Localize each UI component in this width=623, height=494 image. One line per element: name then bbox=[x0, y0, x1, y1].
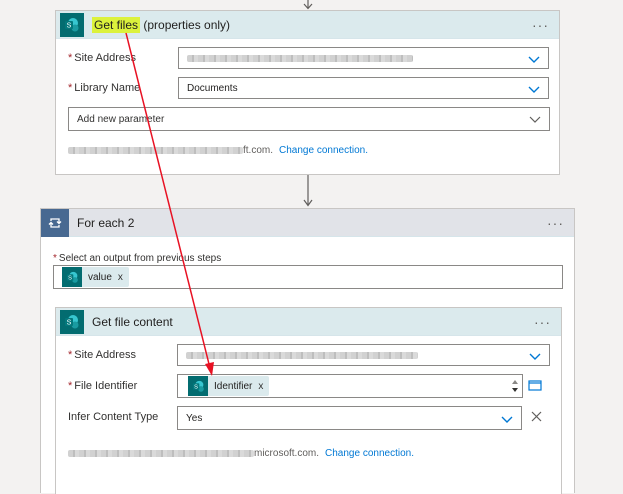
site-address-dropdown[interactable] bbox=[178, 47, 549, 69]
site-address-value-redacted bbox=[187, 54, 413, 62]
connection-info: ft.com. Change connection. bbox=[68, 145, 368, 156]
sharepoint-icon: S bbox=[188, 376, 208, 396]
value-token[interactable]: S value x bbox=[62, 267, 129, 287]
connection-info: microsoft.com. Change connection. bbox=[68, 448, 414, 459]
add-parameter-placeholder: Add new parameter bbox=[77, 113, 165, 125]
infer-content-type-value: Yes bbox=[186, 412, 203, 424]
chevron-down-icon[interactable] bbox=[528, 53, 540, 65]
svg-text:S: S bbox=[194, 384, 198, 390]
sharepoint-icon: S bbox=[60, 309, 84, 334]
loop-icon bbox=[41, 208, 69, 237]
library-name-row: * Library Name bbox=[68, 77, 178, 99]
for-each-header[interactable]: For each 2 ··· bbox=[41, 208, 574, 237]
select-output-input[interactable]: S value x bbox=[53, 265, 563, 289]
site-address-value-redacted bbox=[186, 351, 418, 359]
sharepoint-icon: S bbox=[60, 12, 84, 37]
site-address-label: * Site Address bbox=[68, 349, 137, 361]
connection-domain: microsoft.com. bbox=[254, 448, 320, 459]
token-label: Identifier bbox=[214, 380, 253, 392]
change-connection-link[interactable]: Change connection. bbox=[325, 448, 414, 459]
get-file-content-header[interactable]: S Get file content ··· bbox=[56, 308, 561, 336]
connection-account-redacted bbox=[68, 450, 254, 457]
site-address-row: * Site Address bbox=[68, 344, 178, 366]
library-name-dropdown[interactable]: Documents bbox=[178, 77, 549, 99]
svg-text:S: S bbox=[68, 275, 72, 281]
get-files-header[interactable]: S Get files (properties only) ··· bbox=[56, 11, 559, 39]
remove-token-button[interactable]: x bbox=[118, 272, 123, 283]
chevron-down-icon[interactable] bbox=[501, 413, 513, 425]
site-address-row: * Site Address bbox=[68, 47, 178, 69]
svg-text:S: S bbox=[67, 22, 72, 29]
title-rest: (properties only) bbox=[140, 17, 231, 32]
for-each-card[interactable]: For each 2 ··· * Select an output from pr… bbox=[40, 208, 575, 494]
library-name-value: Documents bbox=[187, 82, 238, 94]
file-identifier-row: * File Identifier bbox=[68, 375, 178, 397]
get-files-card[interactable]: S Get files (properties only) ··· * Site … bbox=[55, 10, 560, 175]
card-title: Get files (properties only) bbox=[92, 16, 231, 33]
connection-account-redacted bbox=[68, 147, 243, 154]
more-options-button[interactable]: ··· bbox=[547, 215, 564, 231]
sharepoint-icon: S bbox=[62, 267, 82, 287]
identifier-token[interactable]: S Identifier x bbox=[188, 376, 270, 396]
file-identifier-label: * File Identifier bbox=[68, 380, 138, 392]
more-options-button[interactable]: ··· bbox=[534, 314, 551, 330]
site-address-dropdown[interactable] bbox=[177, 344, 550, 366]
chevron-down-icon[interactable] bbox=[529, 350, 541, 362]
infer-content-type-row: Infer Content Type bbox=[68, 406, 178, 428]
chevron-down-icon[interactable] bbox=[528, 83, 540, 95]
connector-arrow-top bbox=[303, 0, 313, 10]
infer-content-type-dropdown[interactable]: Yes bbox=[177, 406, 522, 430]
for-each-title: For each 2 bbox=[77, 215, 135, 230]
infer-content-type-label: Infer Content Type bbox=[68, 411, 159, 423]
file-identifier-input[interactable]: S Identifier x bbox=[177, 374, 523, 398]
add-parameter-dropdown[interactable]: Add new parameter bbox=[68, 107, 550, 131]
site-address-label: * Site Address bbox=[68, 52, 137, 64]
remove-token-button[interactable]: x bbox=[258, 381, 263, 392]
get-file-content-title: Get file content bbox=[92, 314, 173, 329]
change-connection-link[interactable]: Change connection. bbox=[279, 145, 368, 156]
title-highlight: Get files bbox=[92, 16, 141, 33]
more-options-button[interactable]: ··· bbox=[532, 17, 549, 33]
folder-icon[interactable] bbox=[528, 379, 542, 391]
close-icon[interactable] bbox=[531, 411, 542, 422]
scroll-arrows-icon[interactable] bbox=[511, 378, 519, 394]
get-file-content-card[interactable]: S Get file content ··· * Site Address * Fi… bbox=[55, 307, 562, 494]
svg-text:S: S bbox=[67, 319, 72, 326]
connector-arrow-middle bbox=[303, 175, 313, 207]
select-output-label: * Select an output from previous steps bbox=[53, 253, 222, 264]
chevron-down-icon[interactable] bbox=[529, 113, 541, 125]
library-name-label: * Library Name bbox=[68, 82, 141, 94]
token-label: value bbox=[88, 271, 112, 283]
connection-domain: ft.com. bbox=[243, 145, 274, 156]
